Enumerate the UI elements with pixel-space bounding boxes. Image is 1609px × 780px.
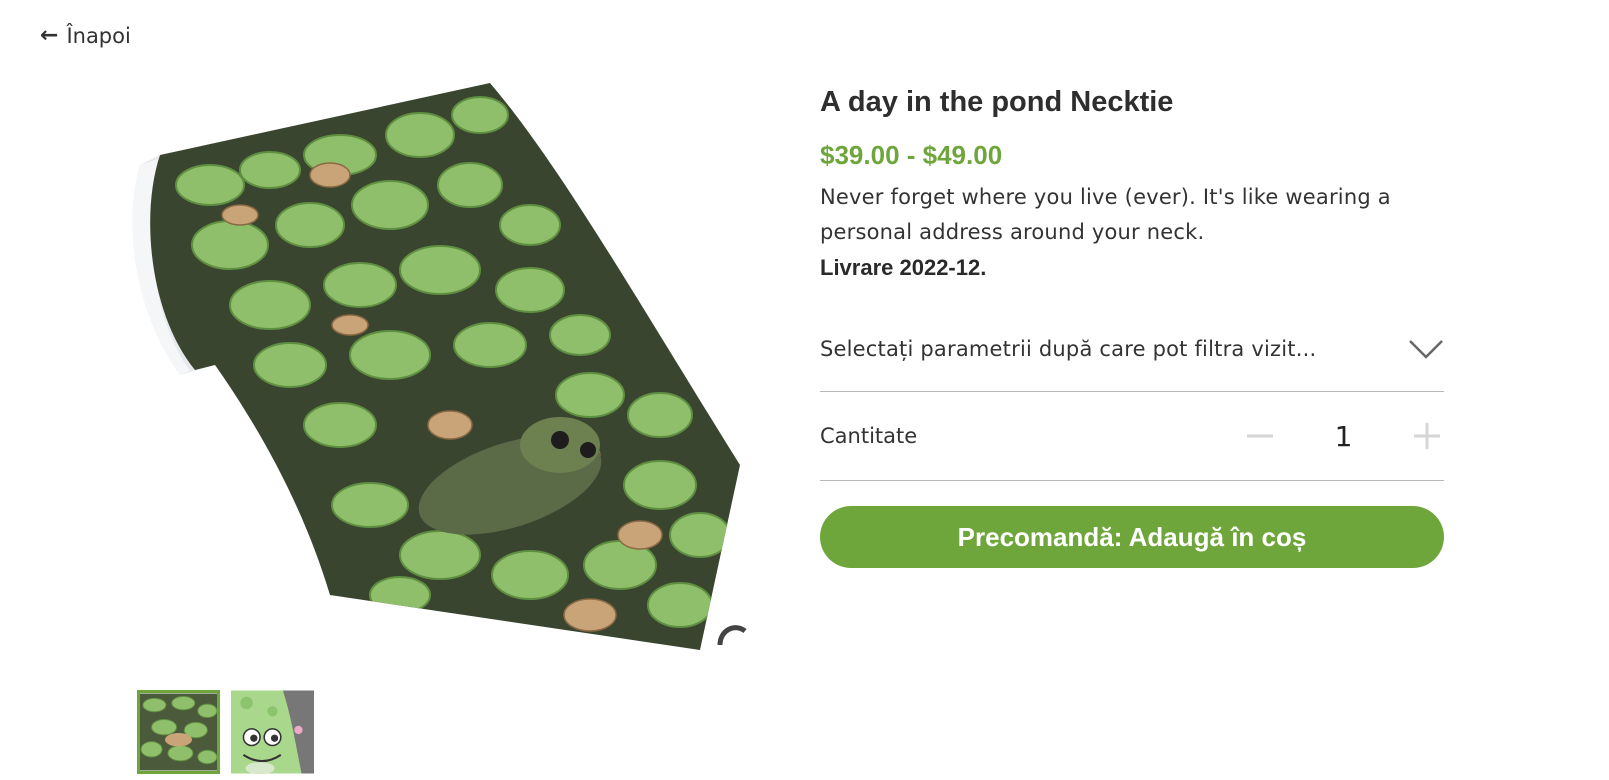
necktie-image	[132, 83, 747, 650]
product-main-image	[120, 75, 780, 655]
quantity-stepper: 1	[1243, 419, 1444, 453]
thumbnail-frog-pond[interactable]	[137, 690, 220, 774]
plus-icon	[1414, 423, 1440, 449]
thumbnail-cartoon-frog[interactable]	[231, 690, 314, 774]
product-details: A day in the pond Necktie $39.00 - $49.0…	[820, 82, 1444, 568]
quantity-row: Cantitate 1	[820, 392, 1444, 481]
delivery-date: Livrare 2022-12.	[820, 255, 987, 280]
increment-button[interactable]	[1410, 419, 1444, 453]
decrement-button[interactable]	[1243, 419, 1277, 453]
arrow-left-icon: ←	[40, 23, 59, 48]
add-to-cart-button[interactable]: Precomandă: Adaugă în coș	[820, 506, 1444, 568]
quantity-label: Cantitate	[820, 424, 918, 448]
back-label: Înapoi	[66, 24, 131, 48]
product-price: $39.00 - $49.00	[820, 140, 1003, 170]
options-dropdown[interactable]: Selectați parametrii după care pot filtr…	[820, 319, 1444, 392]
back-link[interactable]: ← Înapoi	[40, 22, 131, 50]
options-dropdown-placeholder: Selectați parametrii după care pot filtr…	[820, 337, 1317, 361]
product-title: A day in the pond Necktie	[820, 86, 1174, 118]
quantity-value: 1	[1334, 419, 1353, 453]
chevron-down-icon	[1409, 340, 1443, 359]
minus-icon	[1247, 434, 1273, 438]
thumbnail-gallery	[137, 690, 314, 774]
product-description: Never forget where you live (ever). It's…	[820, 185, 1391, 244]
